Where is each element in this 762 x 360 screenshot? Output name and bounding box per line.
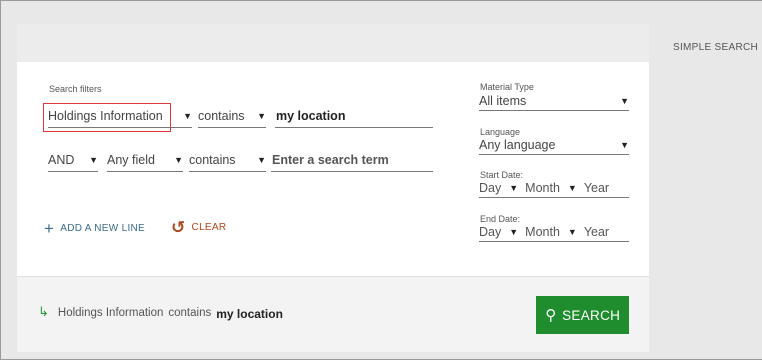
field-select-row-2[interactable]: Any field ▼	[107, 150, 183, 172]
query-summary: ↳ Holdings Information contains my locat…	[38, 304, 283, 321]
condition-select-row-1-value: contains	[198, 108, 245, 123]
search-button-label: SEARCH	[562, 307, 621, 323]
summary-condition: contains	[168, 307, 212, 319]
start-date-label: Start Date:	[480, 170, 524, 180]
dropdown-arrow-icon: ▼	[257, 110, 266, 121]
dropdown-arrow-icon: ▼	[620, 139, 629, 150]
search-term-input-row-1[interactable]	[275, 106, 433, 128]
condition-select-row-2-value: contains	[189, 152, 236, 167]
start-year-value: Year	[583, 180, 610, 195]
start-month-select[interactable]: Month ▼	[525, 181, 584, 195]
dropdown-arrow-icon: ▼	[174, 154, 183, 165]
search-filters-label: Search filters	[49, 84, 102, 94]
end-year-input[interactable]: Year	[584, 225, 609, 239]
dropdown-arrow-icon: ▼	[509, 182, 519, 193]
language-value: Any language	[479, 137, 556, 152]
material-type-select[interactable]: All items ▼	[479, 93, 629, 111]
field-select-row-1-value: Holdings Information	[48, 108, 163, 123]
dropdown-arrow-icon: ▼	[183, 110, 192, 121]
operator-select-row-2[interactable]: AND ▼	[48, 150, 98, 172]
start-month-value: Month	[525, 180, 560, 195]
material-type-value: All items	[479, 93, 527, 108]
dropdown-arrow-icon: ▼	[89, 154, 98, 165]
end-year-value: Year	[583, 224, 610, 239]
operator-select-row-2-value: AND	[48, 152, 75, 167]
end-date-row: Day ▼ Month ▼ Year	[479, 224, 629, 242]
start-year-input[interactable]: Year	[584, 181, 609, 195]
clear-label: CLEAR	[191, 222, 227, 233]
language-label: Language	[480, 127, 521, 137]
end-month-value: Month	[525, 224, 560, 239]
search-term-input-row-2[interactable]	[271, 150, 433, 172]
clear-button[interactable]: ↺ CLEAR	[171, 219, 226, 236]
field-select-row-1[interactable]: Holdings Information ▼	[48, 106, 192, 128]
end-day-value: Day	[479, 224, 502, 239]
search-button[interactable]: ⚲ SEARCH	[536, 296, 629, 334]
condition-select-row-2[interactable]: contains ▼	[189, 150, 266, 172]
condition-select-row-1[interactable]: contains ▼	[198, 106, 266, 128]
undo-icon: ↺	[171, 218, 186, 237]
language-select[interactable]: Any language ▼	[479, 137, 629, 155]
dropdown-arrow-icon: ▼	[567, 182, 577, 193]
material-type-label: Material Type	[480, 82, 534, 92]
simple-search-link[interactable]: SIMPLE SEARCH	[673, 42, 758, 53]
search-card-header	[17, 24, 649, 62]
end-day-select[interactable]: Day ▼	[479, 225, 525, 239]
start-day-value: Day	[479, 180, 502, 195]
dropdown-arrow-icon: ▼	[509, 226, 519, 237]
plus-icon: +	[44, 219, 55, 238]
dropdown-arrow-icon: ▼	[257, 154, 266, 165]
dropdown-arrow-icon: ▼	[567, 226, 577, 237]
field-select-row-2-value: Any field	[107, 152, 155, 167]
start-day-select[interactable]: Day ▼	[479, 181, 525, 195]
arrow-return-icon: ↳	[38, 304, 49, 319]
add-new-line-label: ADD A NEW LINE	[60, 223, 146, 234]
summary-field: Holdings Information	[57, 307, 164, 319]
end-month-select[interactable]: Month ▼	[525, 225, 584, 239]
add-new-line-button[interactable]: + ADD A NEW LINE	[44, 220, 145, 237]
start-date-row: Day ▼ Month ▼ Year	[479, 180, 629, 198]
summary-value: my location	[216, 307, 283, 321]
search-icon: ⚲	[544, 307, 557, 324]
end-date-label: End Date:	[480, 214, 521, 224]
dropdown-arrow-icon: ▼	[620, 95, 629, 106]
